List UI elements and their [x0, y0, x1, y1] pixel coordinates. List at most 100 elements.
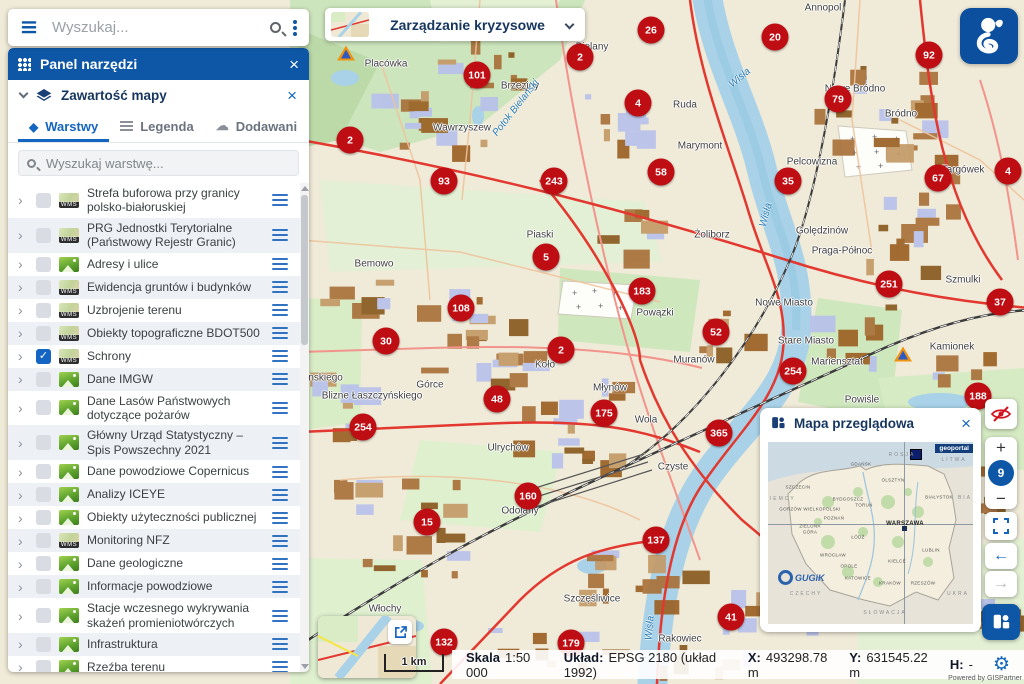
shelter-cluster-marker[interactable]: 5	[533, 244, 560, 271]
drag-handle-icon[interactable]	[272, 332, 288, 334]
shelter-cluster-marker[interactable]: 251	[876, 271, 903, 298]
layer-checkbox[interactable]	[36, 193, 51, 208]
expand-chevron-icon[interactable]: ›	[18, 637, 28, 651]
layer-checkbox[interactable]	[36, 372, 51, 387]
drag-handle-icon[interactable]	[272, 407, 288, 409]
expand-chevron-icon[interactable]: ›	[18, 193, 28, 207]
shelter-cluster-marker[interactable]: 2	[567, 44, 594, 71]
drag-handle-icon[interactable]	[272, 540, 288, 542]
expand-chevron-icon[interactable]: ›	[18, 280, 28, 294]
shelter-cluster-marker[interactable]: 101	[464, 62, 491, 89]
kebab-menu-icon[interactable]	[293, 20, 297, 24]
shelter-cluster-marker[interactable]: 52	[703, 319, 730, 346]
tabs-scroll-right-icon[interactable]: ›	[308, 110, 309, 142]
zoom-in-button[interactable]: +	[996, 439, 1006, 456]
tab[interactable]: Legenda	[109, 110, 204, 142]
shelter-cluster-marker[interactable]: 4	[995, 158, 1022, 185]
layer-checkbox[interactable]	[36, 228, 51, 243]
fullscreen-button[interactable]	[985, 512, 1017, 540]
shelter-cluster-marker[interactable]: 37	[987, 289, 1014, 316]
expand-chevron-icon[interactable]: ›	[18, 228, 28, 242]
expand-chevron-icon[interactable]: ›	[18, 580, 28, 594]
panel-header[interactable]: Panel narzędzi ×	[8, 48, 309, 80]
shelter-cluster-marker[interactable]: 20	[762, 24, 789, 51]
expand-chevron-icon[interactable]: ›	[18, 349, 28, 363]
expand-chevron-icon[interactable]: ›	[18, 534, 28, 548]
overview-map[interactable]: geoportal GUGiK GDAŃSKOLSZTYNSZCZECINBYD…	[768, 442, 973, 624]
shelter-cluster-marker[interactable]: 35	[775, 168, 802, 195]
drag-handle-icon[interactable]	[272, 286, 288, 288]
layer-row[interactable]: › Analizy ICEYE	[8, 483, 300, 506]
layer-row[interactable]: › Infrastruktura	[8, 633, 300, 656]
shelter-cluster-marker[interactable]: 254	[780, 358, 807, 385]
scrollbar-thumb[interactable]	[301, 195, 308, 345]
layer-search-input[interactable]	[44, 155, 290, 172]
layer-row[interactable]: › PRG Jednostki Terytorialne (Państwowy …	[8, 218, 300, 253]
layer-row[interactable]: › Dane geologiczne	[8, 552, 300, 575]
shelter-cluster-marker[interactable]: 108	[448, 295, 475, 322]
drag-handle-icon[interactable]	[272, 586, 288, 588]
layer-row[interactable]: › Główny Urząd Statystyczny – Spis Powsz…	[8, 425, 300, 460]
drag-handle-icon[interactable]	[272, 234, 288, 236]
hide-markers-button[interactable]	[985, 399, 1017, 429]
layer-row[interactable]: › Obiekty użyteczności publicznej	[8, 506, 300, 529]
drag-handle-icon[interactable]	[272, 199, 288, 201]
layer-checkbox[interactable]	[36, 435, 51, 450]
shelter-cluster-marker[interactable]: 79	[825, 86, 852, 113]
geoportal-logo[interactable]	[960, 8, 1018, 64]
layer-checkbox[interactable]	[36, 349, 51, 364]
shelter-cluster-marker[interactable]: 2	[548, 337, 575, 364]
layer-row[interactable]: › Ewidencja gruntów i budynków	[8, 276, 300, 299]
shelter-cluster-marker[interactable]: 58	[648, 159, 675, 186]
layer-row[interactable]: › Rzeźba terenu	[8, 656, 300, 672]
drag-handle-icon[interactable]	[272, 494, 288, 496]
shelter-cluster-marker[interactable]: 183	[629, 278, 656, 305]
layer-checkbox[interactable]	[36, 303, 51, 318]
shelter-cluster-marker[interactable]: 160	[515, 483, 542, 510]
layer-checkbox[interactable]	[36, 487, 51, 502]
settings-gear-icon[interactable]: ⚙	[993, 655, 1010, 674]
expand-chevron-icon[interactable]: ›	[18, 303, 28, 317]
scroll-up-icon[interactable]	[301, 186, 309, 191]
tab[interactable]: Dodawani	[205, 110, 308, 142]
search-input[interactable]	[50, 18, 258, 37]
expand-chevron-icon[interactable]: ›	[18, 372, 28, 386]
drag-handle-icon[interactable]	[272, 666, 288, 668]
layer-checkbox[interactable]	[36, 400, 51, 415]
expand-chevron-icon[interactable]: ›	[18, 436, 28, 450]
chevron-down-icon[interactable]	[19, 89, 29, 99]
layer-checkbox[interactable]	[36, 556, 51, 571]
tab[interactable]: Warstwy	[18, 110, 109, 142]
section-close-icon[interactable]: ×	[287, 87, 297, 104]
layer-row[interactable]: › Adresy i ulice	[8, 253, 300, 276]
drag-handle-icon[interactable]	[272, 378, 288, 380]
expand-chevron-icon[interactable]: ›	[18, 465, 28, 479]
layer-row[interactable]: › Obiekty topograficzne BDOT500	[8, 322, 300, 345]
menu-icon[interactable]	[22, 22, 36, 24]
layer-checkbox[interactable]	[36, 608, 51, 623]
layer-row[interactable]: › Strefa buforowa przy granicy polsko-bi…	[8, 183, 300, 218]
drag-handle-icon[interactable]	[272, 563, 288, 565]
expand-chevron-icon[interactable]: ›	[18, 511, 28, 525]
shelter-cluster-marker[interactable]: 30	[373, 328, 400, 355]
shelter-cluster-marker[interactable]: 48	[484, 386, 511, 413]
shelter-cluster-marker[interactable]: 137	[643, 527, 670, 554]
shelter-cluster-marker[interactable]: 175	[591, 400, 618, 427]
layer-row[interactable]: › Schrony	[8, 345, 300, 368]
shelter-cluster-marker[interactable]: 26	[638, 17, 665, 44]
layer-checkbox[interactable]	[36, 280, 51, 295]
overview-map-toggle-button[interactable]	[982, 604, 1020, 640]
expand-chevron-icon[interactable]: ›	[18, 257, 28, 271]
layer-row[interactable]: › Dane powodziowe Copernicus	[8, 460, 300, 483]
shelter-cluster-marker[interactable]: 41	[718, 604, 745, 631]
layer-checkbox[interactable]	[36, 637, 51, 652]
open-basemap-gallery-icon[interactable]	[388, 620, 412, 644]
expand-chevron-icon[interactable]: ›	[18, 401, 28, 415]
drag-handle-icon[interactable]	[272, 643, 288, 645]
layer-checkbox[interactable]	[36, 510, 51, 525]
layer-list-scrollbar[interactable]	[300, 183, 309, 672]
drag-handle-icon[interactable]	[272, 309, 288, 311]
layer-row[interactable]: › Monitoring NFZ	[8, 529, 300, 552]
layer-row[interactable]: › Stacje wczesnego wykrywania skażeń pro…	[8, 598, 300, 633]
back-button[interactable]: ←	[985, 543, 1017, 569]
